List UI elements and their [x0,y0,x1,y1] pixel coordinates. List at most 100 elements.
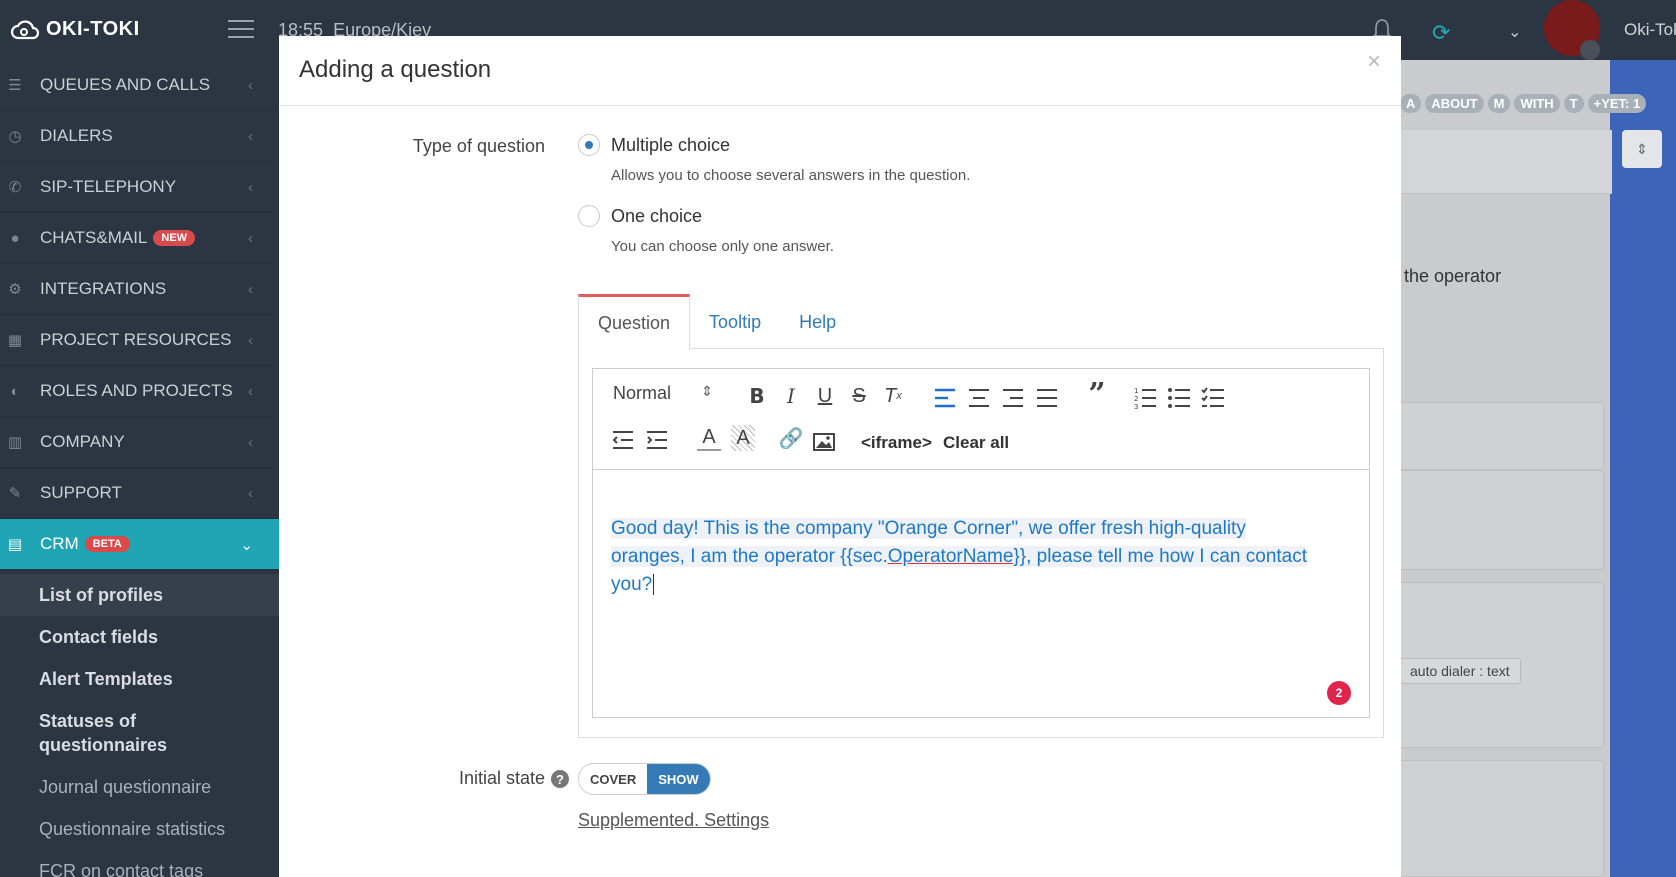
sidebar-item-project-resources[interactable]: ▦ PROJECT RESOURCES ‹ [0,315,279,366]
background-panel [1400,130,1612,194]
gears-icon: ⚙ [6,281,24,297]
format-select[interactable]: Normal ⇕ [613,383,713,404]
chevron-left-icon: ‹ [248,230,253,247]
tab-help[interactable]: Help [780,294,855,350]
logo[interactable]: OKI-TOKI [10,18,140,41]
align-justify-icon[interactable] [1035,385,1059,411]
radio-button-selected[interactable] [578,134,600,156]
chat-icon: ● [6,230,24,246]
bullet-list-icon[interactable] [1167,385,1191,411]
background-chip[interactable]: auto dialer : text [1400,658,1521,684]
sidebar-item-label: CRM [40,534,79,554]
sidebar-item-integrations[interactable]: ⚙ INTEGRATIONS ‹ [0,264,279,315]
modal-header: Adding a question × [279,36,1401,106]
tab-question[interactable]: Question [578,294,690,350]
toggle-cover[interactable]: COVER [579,764,647,794]
subnav-journal-questionnaire[interactable]: Journal questionnaire [0,766,279,808]
hamburger-menu-icon[interactable] [228,20,254,40]
list-icon: ☰ [6,77,24,93]
tag[interactable]: +YET: 1 [1588,94,1647,113]
sidebar-item-dialers[interactable]: ◷ DIALERS ‹ [0,111,279,162]
text-color-icon[interactable]: A [697,425,721,451]
align-center-icon[interactable] [967,385,991,411]
chevron-down-icon[interactable]: ⌄ [1508,22,1521,42]
supplemented-settings-link[interactable]: Supplemented. Settings [578,810,769,831]
phone-icon: ✆ [6,179,24,195]
link-icon[interactable]: 🔗 [779,425,803,451]
sidebar-item-label: SIP-TELEPHONY [40,177,176,197]
subnav-fcr-on-contact-tags[interactable]: FCR on contact tags [0,850,279,877]
editor-content[interactable]: Good day! This is the company "Orange Co… [611,515,1351,599]
background-text: the operator [1404,266,1501,287]
italic-icon[interactable]: I [779,383,803,409]
sidebar-item-company[interactable]: ▥ COMPANY ‹ [0,417,279,468]
status-dot [1580,40,1600,60]
bold-icon[interactable]: B [745,383,769,409]
initial-state-toggle[interactable]: COVER SHOW [578,763,711,795]
chevron-left-icon: ‹ [248,128,253,145]
chevron-left-icon: ‹ [248,383,253,400]
add-question-modal: Adding a question × Type of question Mul… [279,36,1401,877]
tag-list: A ABOUT M WITH T +YET: 1 [1400,94,1646,113]
subnav-statuses-of-questionnaires[interactable]: Statuses of questionnaires [0,700,200,766]
align-right-icon[interactable] [1001,385,1025,411]
radio-one-choice[interactable]: One choice [578,205,702,227]
sidebar-item-crm[interactable]: ▤ CRM BETA ⌄ [0,519,279,570]
subnav-alert-templates[interactable]: Alert Templates [0,658,279,700]
bar-chart-icon: ▥ [6,434,24,450]
sidebar-item-label: SUPPORT [40,483,122,503]
background-color-icon[interactable]: A [731,425,755,451]
close-icon[interactable]: × [1367,48,1381,76]
sidebar-item-queues-and-calls[interactable]: ☰ QUEUES AND CALLS ‹ [0,60,279,111]
format-select-value: Normal [613,383,671,404]
help-icon[interactable]: ? [551,770,569,788]
svg-text:3: 3 [1134,403,1138,411]
blockquote-icon[interactable]: ” [1085,381,1109,407]
clear-format-icon[interactable]: Tx [881,383,905,409]
sidebar-item-label: DIALERS [40,126,113,146]
chevron-down-icon: ⌄ [240,536,253,554]
tag[interactable]: T [1564,94,1584,113]
question-type-label: Type of question [405,136,545,157]
sidebar-item-label: INTEGRATIONS [40,279,166,299]
select-arrows-icon: ⇕ [701,383,713,404]
tag[interactable]: ABOUT [1425,94,1483,113]
username[interactable]: Oki-Toki [1624,20,1676,40]
sidebar-item-roles-and-projects[interactable]: ◐ ROLES AND PROJECTS ‹ [0,366,279,417]
svg-text:1: 1 [1134,387,1138,395]
subnav-contact-fields[interactable]: Contact fields [0,616,279,658]
sidebar-item-sip-telephony[interactable]: ✆ SIP-TELEPHONY ‹ [0,162,279,213]
iframe-button[interactable]: <iframe> [861,433,932,453]
tag[interactable]: WITH [1514,94,1559,113]
sidebar-item-support[interactable]: ✎ SUPPORT ‹ [0,468,279,519]
radio-label: One choice [611,206,702,227]
tab-tooltip[interactable]: Tooltip [690,294,780,350]
subnav-list-of-profiles[interactable]: List of profiles [0,574,279,616]
radio-description: Allows you to choose several answers in … [611,167,970,184]
align-left-icon[interactable] [933,385,957,411]
tag[interactable]: M [1488,94,1511,113]
initial-state-label: Initial state [405,768,545,789]
outdent-icon[interactable] [611,427,635,453]
sidebar-item-chats-mail[interactable]: ● CHATS&MAIL NEW ‹ [0,213,279,264]
rich-text-editor: Normal ⇕ B I U S Tx ” 123 A A 🔗 <iframe>… [592,368,1370,718]
refresh-icon[interactable]: ⟳ [1432,20,1450,46]
sort-button[interactable]: ⇕ [1622,130,1662,168]
underline-icon[interactable]: U [813,383,837,409]
ordered-list-icon[interactable]: 123 [1133,385,1157,411]
indent-icon[interactable] [645,427,669,453]
editor-toolbar: Normal ⇕ B I U S Tx ” 123 A A 🔗 <iframe>… [593,369,1369,470]
wrench-icon: ✎ [6,485,24,501]
checklist-icon[interactable] [1201,385,1225,411]
card-icon: ▤ [6,536,24,552]
radio-multiple-choice[interactable]: Multiple choice [578,134,730,156]
image-icon[interactable] [813,429,835,455]
sidebar-item-label: ROLES AND PROJECTS [40,381,233,401]
editor-text: oranges, I am the operator {{sec. [611,546,888,567]
toggle-show[interactable]: SHOW [647,764,709,794]
strikethrough-icon[interactable]: S [847,383,871,409]
clear-all-button[interactable]: Clear all [943,433,1009,453]
radio-button[interactable] [578,205,600,227]
subnav-questionnaire-statistics[interactable]: Questionnaire statistics [0,808,279,850]
tag[interactable]: A [1400,94,1421,113]
